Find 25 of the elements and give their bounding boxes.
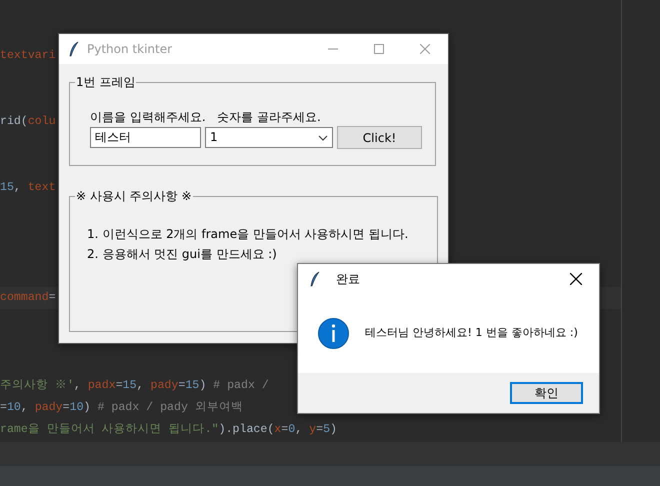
frame-label: ※ 사용시 주의사항 ※	[75, 188, 193, 204]
info-icon	[318, 318, 349, 349]
close-icon	[570, 273, 582, 285]
frame-label: 1번 프레임	[75, 74, 136, 90]
code-line: 15, text	[0, 180, 56, 196]
code-line: textvari	[0, 48, 56, 64]
code-line: rid(colu	[0, 114, 56, 130]
chevron-down-icon	[318, 134, 328, 140]
feather-icon	[69, 41, 79, 57]
notice-text: 2. 응용해서 멋진 gui를 만드세요 :)	[87, 246, 278, 263]
code-line: rame을 만들어서 사용하시면 됩니다.").place(x=0, y=5)	[0, 422, 337, 438]
close-icon	[420, 44, 430, 54]
dialog-message: 테스터님 안녕하세요! 1 번을 좋아하네요 :)	[365, 325, 578, 342]
feather-icon	[310, 271, 320, 287]
click-button[interactable]: Click!	[337, 126, 422, 149]
window-title: Python tkinter	[87, 41, 172, 58]
dialog-title: 완료	[336, 271, 360, 288]
notice-text: 1. 이런식으로 2개의 frame을 만들어서 사용하시면 됩니다.	[87, 226, 410, 243]
number-label: 숫자를 골라주세요.	[216, 109, 322, 126]
code-line: 주의사항 ※', padx=15, pady=15) # padx /	[0, 378, 269, 394]
ok-button[interactable]: 확인	[510, 382, 583, 404]
number-combobox[interactable]: 1	[205, 127, 333, 148]
code-line: =10, pady=10) # padx / pady 외부여백	[0, 400, 243, 416]
name-input[interactable]: 테스터	[90, 127, 201, 148]
maximize-icon	[374, 44, 384, 54]
